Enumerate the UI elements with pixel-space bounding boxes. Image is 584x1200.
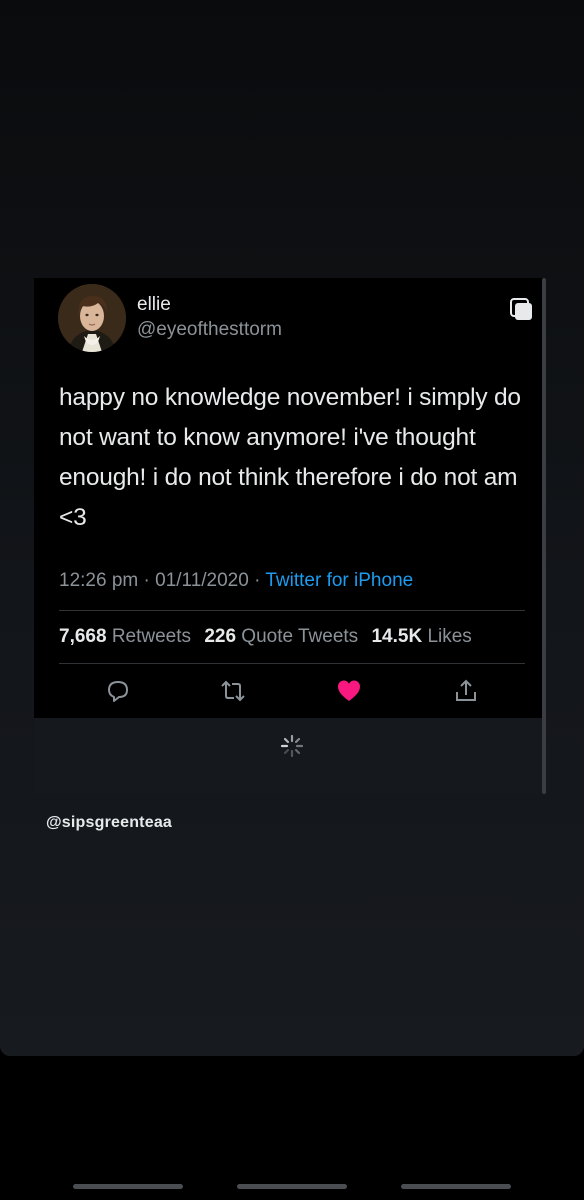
tweet-date: 01/11/2020: [155, 570, 249, 591]
retweets-label: Retweets: [111, 626, 192, 647]
tweet-source-link[interactable]: Twitter for iPhone: [265, 570, 413, 591]
share-icon: [456, 679, 476, 701]
retweets-count: 7,668: [59, 626, 107, 647]
tweet-text: happy no knowledge november! i simply do…: [59, 384, 521, 531]
likes-count: 14.5K: [371, 626, 423, 647]
reply-icon: [108, 681, 128, 702]
display-name[interactable]: ellie: [137, 294, 171, 316]
tweet-time: 12:26 pm: [59, 570, 139, 591]
copy-button[interactable]: [508, 296, 536, 324]
divider: [59, 663, 525, 664]
heart-icon: [338, 680, 360, 701]
meta-separator: ·: [138, 570, 156, 591]
reply-button[interactable]: [105, 678, 131, 704]
divider: [59, 610, 525, 611]
tweet-meta: 12:26 pm · 01/11/2020 · Twitter for iPho…: [59, 570, 413, 592]
share-button[interactable]: [453, 678, 479, 704]
user-handle[interactable]: @eyeofthesttorm: [137, 319, 282, 341]
quote-tweets-stat[interactable]: 226 Quote Tweets: [204, 626, 358, 647]
scrollbar[interactable]: [542, 278, 546, 794]
spinner-icon: [279, 733, 305, 759]
screen: ellie @eyeofthesttorm happy no knowledge…: [0, 0, 584, 1056]
quote-label: Quote Tweets: [241, 626, 359, 647]
avatar-portrait-icon: [58, 284, 126, 352]
home-indicator: [237, 1184, 347, 1189]
home-indicator: [401, 1184, 511, 1189]
tweet-stats: 7,668 Retweets 226 Quote Tweets 14.5K Li…: [59, 626, 472, 648]
retweet-button[interactable]: [220, 678, 246, 704]
copy-icon: [510, 298, 532, 320]
credit-handle: @sipsgreenteaa: [46, 814, 173, 831]
tweet-card: ellie @eyeofthesttorm happy no knowledge…: [34, 278, 544, 718]
like-button[interactable]: [336, 678, 362, 704]
meta-separator: ·: [248, 570, 266, 591]
home-indicator: [73, 1184, 183, 1189]
retweet-icon: [221, 680, 245, 702]
avatar[interactable]: [58, 284, 126, 352]
retweets-stat[interactable]: 7,668 Retweets: [59, 626, 191, 647]
likes-stat[interactable]: 14.5K Likes: [371, 626, 471, 647]
likes-label: Likes: [427, 626, 472, 647]
quote-count: 226: [204, 626, 237, 647]
